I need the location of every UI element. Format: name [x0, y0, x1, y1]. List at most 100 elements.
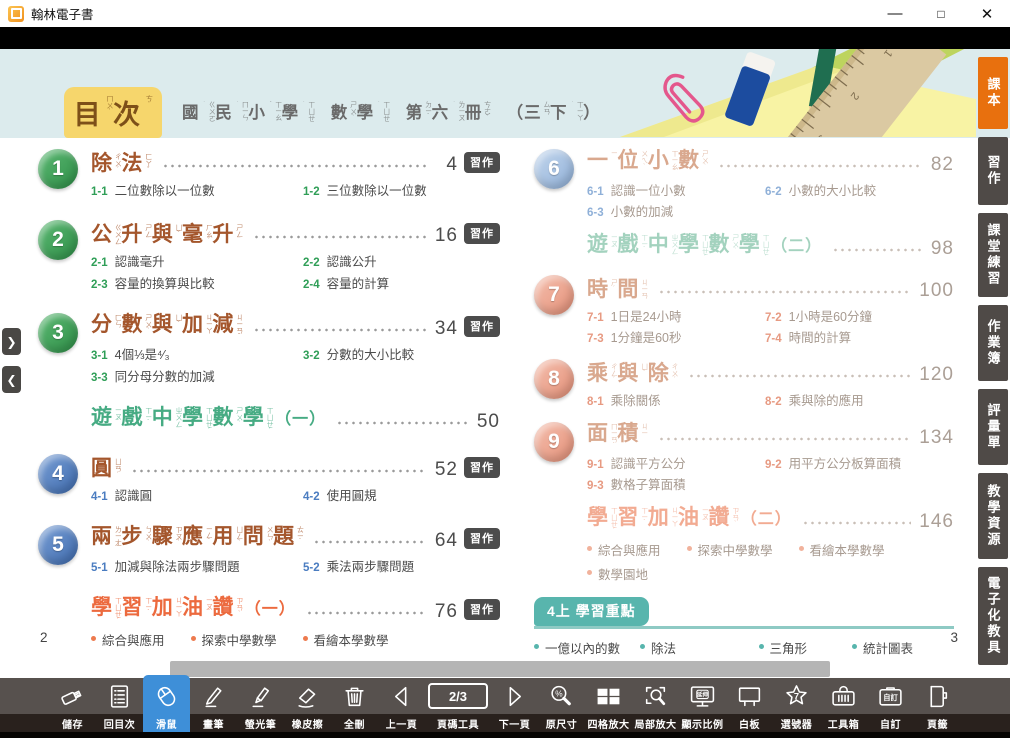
workbook-badge[interactable]: 習作: [464, 152, 500, 173]
zhuyin-ruby: ㄒㄩㄝˊ: [266, 407, 273, 433]
sidebar-tab-2[interactable]: 課堂練習: [978, 213, 1008, 297]
toc-subsection[interactable]: 9-3數格子算面積: [587, 474, 765, 493]
toolbar-item-quad-zoom[interactable]: 四格放大: [586, 678, 631, 732]
sidebar-tab-3[interactable]: 作業簿: [978, 305, 1008, 381]
toolbar-label: 頁籤: [927, 714, 948, 732]
toolbar-item-toolbox[interactable]: 工具箱: [821, 678, 866, 732]
toc-subsections: 4-1認識圓4-2使用圓規: [91, 485, 500, 504]
workbook-badge[interactable]: 習作: [464, 528, 500, 549]
toolbar-item-tabs[interactable]: 頁籤: [915, 678, 960, 732]
toc-section-game[interactable]: 遊ㄧㄡˊ戲ㄒㄧˋ中ㄓㄨㄥ學ㄒㄩㄝˊ數ㄕㄨˋ學ㄒㄩㄝˊ（二）98: [587, 232, 954, 260]
toc-subsection[interactable]: 8-2乘與除的應用: [765, 390, 954, 409]
toolbar-item-prev[interactable]: 上一頁: [379, 678, 424, 732]
toc-subsection[interactable]: 5-1加減與除法兩步驟問題: [91, 556, 303, 575]
zhuyin-ruby: ㄒㄩㄝˊ: [762, 234, 769, 260]
bullet-item: 看繪本學數學: [303, 630, 389, 649]
sidebar-tab-5[interactable]: 教學資源: [978, 473, 1008, 559]
toc-title: 分ㄈㄣ數ㄕㄨˋ與ㄩˇ加ㄐㄧㄚ減ㄐㄧㄢˇ: [91, 312, 243, 340]
custom-icon: 自訂: [877, 678, 904, 714]
toc-subsection[interactable]: 7-21小時是60分鐘: [765, 306, 954, 325]
workbook-badge[interactable]: 習作: [464, 457, 500, 478]
toc-subsection[interactable]: 2-3容量的換算與比較: [91, 273, 303, 292]
bullet-dot: [587, 570, 592, 575]
maximize-icon[interactable]: □: [918, 0, 964, 27]
toc-subsection[interactable]: 5-2乘法兩步驟問題: [303, 556, 500, 575]
close-icon[interactable]: ✕: [964, 0, 1010, 27]
toolbar-label: 選號器: [781, 714, 813, 732]
minimize-icon[interactable]: —: [872, 0, 918, 27]
sidebar-tab-textbook[interactable]: 課本: [978, 57, 1008, 129]
toolbar-item-mouse[interactable]: 滑鼠: [144, 678, 189, 732]
toc-subsection[interactable]: 4-1認識圓: [91, 485, 303, 504]
toc-chapter-1[interactable]: 1除ㄔㄨˊ法ㄈㄚˇ4習作1-1二位數除以一位數1-2三位數除以一位數: [38, 148, 500, 199]
toc-subsection[interactable]: 6-2小數的大小比較: [765, 180, 954, 199]
toc-chapter-4[interactable]: 4圓ㄩㄢˊ52習作4-1認識圓4-2使用圓規: [38, 453, 500, 504]
toc-chapter-2[interactable]: 2公ㄍㄨㄥ升ㄕㄥ與ㄩˇ毫ㄏㄠˊ升ㄕㄥ16習作2-1認識毫升2-2認識公升2-3容…: [38, 219, 500, 292]
toolbar-item-pen[interactable]: 畫筆: [191, 678, 236, 732]
toolbar-item-area-zoom[interactable]: 局部放大: [633, 678, 678, 732]
toolbar-item-star[interactable]: 7選號器: [774, 678, 819, 732]
sidebar-tab-4[interactable]: 評量單: [978, 389, 1008, 465]
toolbar-item-highlighter[interactable]: 螢光筆: [238, 678, 283, 732]
toolbar-item-whiteboard[interactable]: 白板: [727, 678, 772, 732]
toc-subsection[interactable]: 3-14個⅓是⁴⁄₃: [91, 344, 303, 363]
toolbar-item-monitor[interactable]: 延伸顯示比例: [680, 678, 725, 732]
title-char: 與ㄩˇ: [152, 312, 182, 337]
toolbar-item-next[interactable]: 下一頁: [492, 678, 537, 732]
eraser-icon: [294, 678, 321, 714]
toc-subsection[interactable]: 6-1認識一位小數: [587, 180, 765, 199]
chapter-number-badge: 8: [534, 359, 574, 399]
sidebar-tab-6[interactable]: 電子化教具: [978, 567, 1008, 665]
workbook-badge[interactable]: 習作: [464, 316, 500, 337]
toc-subsection[interactable]: 7-31分鐘是60秒: [587, 327, 765, 346]
workbook-badge[interactable]: 習作: [464, 599, 500, 620]
toolbar-item-usb[interactable]: 儲存: [50, 678, 95, 732]
title-char: 遊ㄧㄡˊ: [587, 232, 617, 257]
toc-title-suffix: （一）: [275, 411, 326, 429]
toc-title: 面ㄇㄧㄢˋ積ㄐㄧ: [587, 421, 648, 449]
toc-section-boost[interactable]: 學ㄒㄩㄝˊ習ㄒㄧˊ加ㄐㄧㄚ油ㄧㄡˊ讚ㄗㄢˋ（一）76習作綜合與應用探索中學數學看…: [91, 595, 500, 649]
toc-subsection[interactable]: 4-2使用圓規: [303, 485, 500, 504]
zhuyin-ruby: ㄕㄨˋ: [144, 314, 151, 335]
toc-subsection[interactable]: 2-1認識毫升: [91, 251, 303, 270]
toolbar-item-zoom-percent[interactable]: %原尺寸: [539, 678, 584, 732]
toc-title: 圓ㄩㄢˊ: [91, 456, 121, 481]
toc-subsection[interactable]: 1-1二位數除以一位數: [91, 180, 303, 199]
scrollbar-thumb[interactable]: [170, 661, 830, 677]
workbook-badge[interactable]: 習作: [464, 223, 500, 244]
toolbar-item-page-indicator[interactable]: 2/3頁碼工具: [426, 678, 490, 732]
toc-subsection[interactable]: 1-2三位數除以一位數: [303, 180, 500, 199]
toc-subsection[interactable]: 7-4時間的計算: [765, 327, 954, 346]
subsection-number: 4-2: [303, 491, 320, 503]
toc-subsection[interactable]: 8-1乘除關係: [587, 390, 765, 409]
toolbar-item-trash[interactable]: 全刪: [332, 678, 377, 732]
collapse-panel-button[interactable]: ❮: [2, 366, 21, 393]
toc-subsection[interactable]: 9-1認識平方公分: [587, 453, 765, 472]
toolbar-item-custom[interactable]: 自訂自訂: [868, 678, 913, 732]
toc-subsection[interactable]: 3-2分數的大小比較: [303, 344, 500, 363]
toc-subsection[interactable]: 3-3同分母分數的加減: [91, 366, 303, 385]
zhuyin-ruby: ㄒㄩㄝˊ: [701, 234, 708, 260]
toc-chapter-3[interactable]: 3分ㄈㄣ數ㄕㄨˋ與ㄩˇ加ㄐㄧㄚ減ㄐㄧㄢˇ34習作3-14個⅓是⁴⁄₃3-2分數的…: [38, 312, 500, 385]
sidebar-tab-1[interactable]: 習作: [978, 137, 1008, 205]
toc-chapter-9[interactable]: 9面ㄇㄧㄢˋ積ㄐㄧ1349-1認識平方公分9-2用平方公分板算面積9-3數格子算…: [534, 421, 954, 493]
expand-panel-button[interactable]: ❯: [2, 328, 21, 355]
title-char: 六ㄌㄧㄡˋ: [432, 99, 465, 127]
toc-subsection[interactable]: 9-2用平方公分板算面積: [765, 453, 954, 472]
toc-subsection[interactable]: 2-2認識公升: [303, 251, 500, 270]
toc-page-number: 120: [919, 365, 954, 386]
toc-section-boost[interactable]: 學ㄒㄩㄝˊ習ㄒㄧˊ加ㄐㄧㄚ油ㄧㄡˊ讚ㄗㄢˋ（二）146綜合與應用探索中學數學看繪…: [587, 505, 954, 583]
toc-subsection[interactable]: 6-3小數的加減: [587, 201, 765, 220]
toc-chapter-5[interactable]: 5兩ㄌㄧㄤˇ步ㄅㄨˋ驟ㄗㄡˋ應ㄧㄥˋ用ㄩㄥˋ問ㄨㄣˋ題ㄊㄧˊ64習作5-1加減與…: [38, 524, 500, 575]
toolbar-item-toc[interactable]: 回目次: [97, 678, 142, 732]
toc-chapter-6[interactable]: 6一ㄧ位ㄨㄟˋ小ㄒㄧㄠˇ數ㄕㄨˋ826-1認識一位小數6-2小數的大小比較6-3…: [534, 148, 954, 220]
toc-chapter-7[interactable]: 7時ㄕˊ間ㄐㄧㄢ1007-11日是24小時7-21小時是60分鐘7-31分鐘是6…: [534, 274, 954, 346]
toc-subsection[interactable]: 7-11日是24小時: [587, 306, 765, 325]
toc-chapter-8[interactable]: 8乘ㄔㄥˊ與ㄩˇ除ㄔㄨˊ1208-1乘除關係8-2乘與除的應用: [534, 358, 954, 409]
zhuyin-ruby: ㄅㄨˋ: [144, 526, 151, 547]
toc-section-game[interactable]: 遊ㄧㄡˊ戲ㄒㄧˋ中ㄓㄨㄥ學ㄒㄩㄝˊ數ㄕㄨˋ學ㄒㄩㄝˊ（一）50: [91, 405, 500, 433]
toc-title: 遊ㄧㄡˊ戲ㄒㄧˋ中ㄓㄨㄥ學ㄒㄩㄝˊ數ㄕㄨˋ學ㄒㄩㄝˊ（一）: [91, 405, 326, 433]
toc-subsection[interactable]: 2-4容量的計算: [303, 273, 500, 292]
toolbar-item-eraser[interactable]: 橡皮擦: [285, 678, 330, 732]
toolbar-label: 四格放大: [588, 714, 630, 732]
